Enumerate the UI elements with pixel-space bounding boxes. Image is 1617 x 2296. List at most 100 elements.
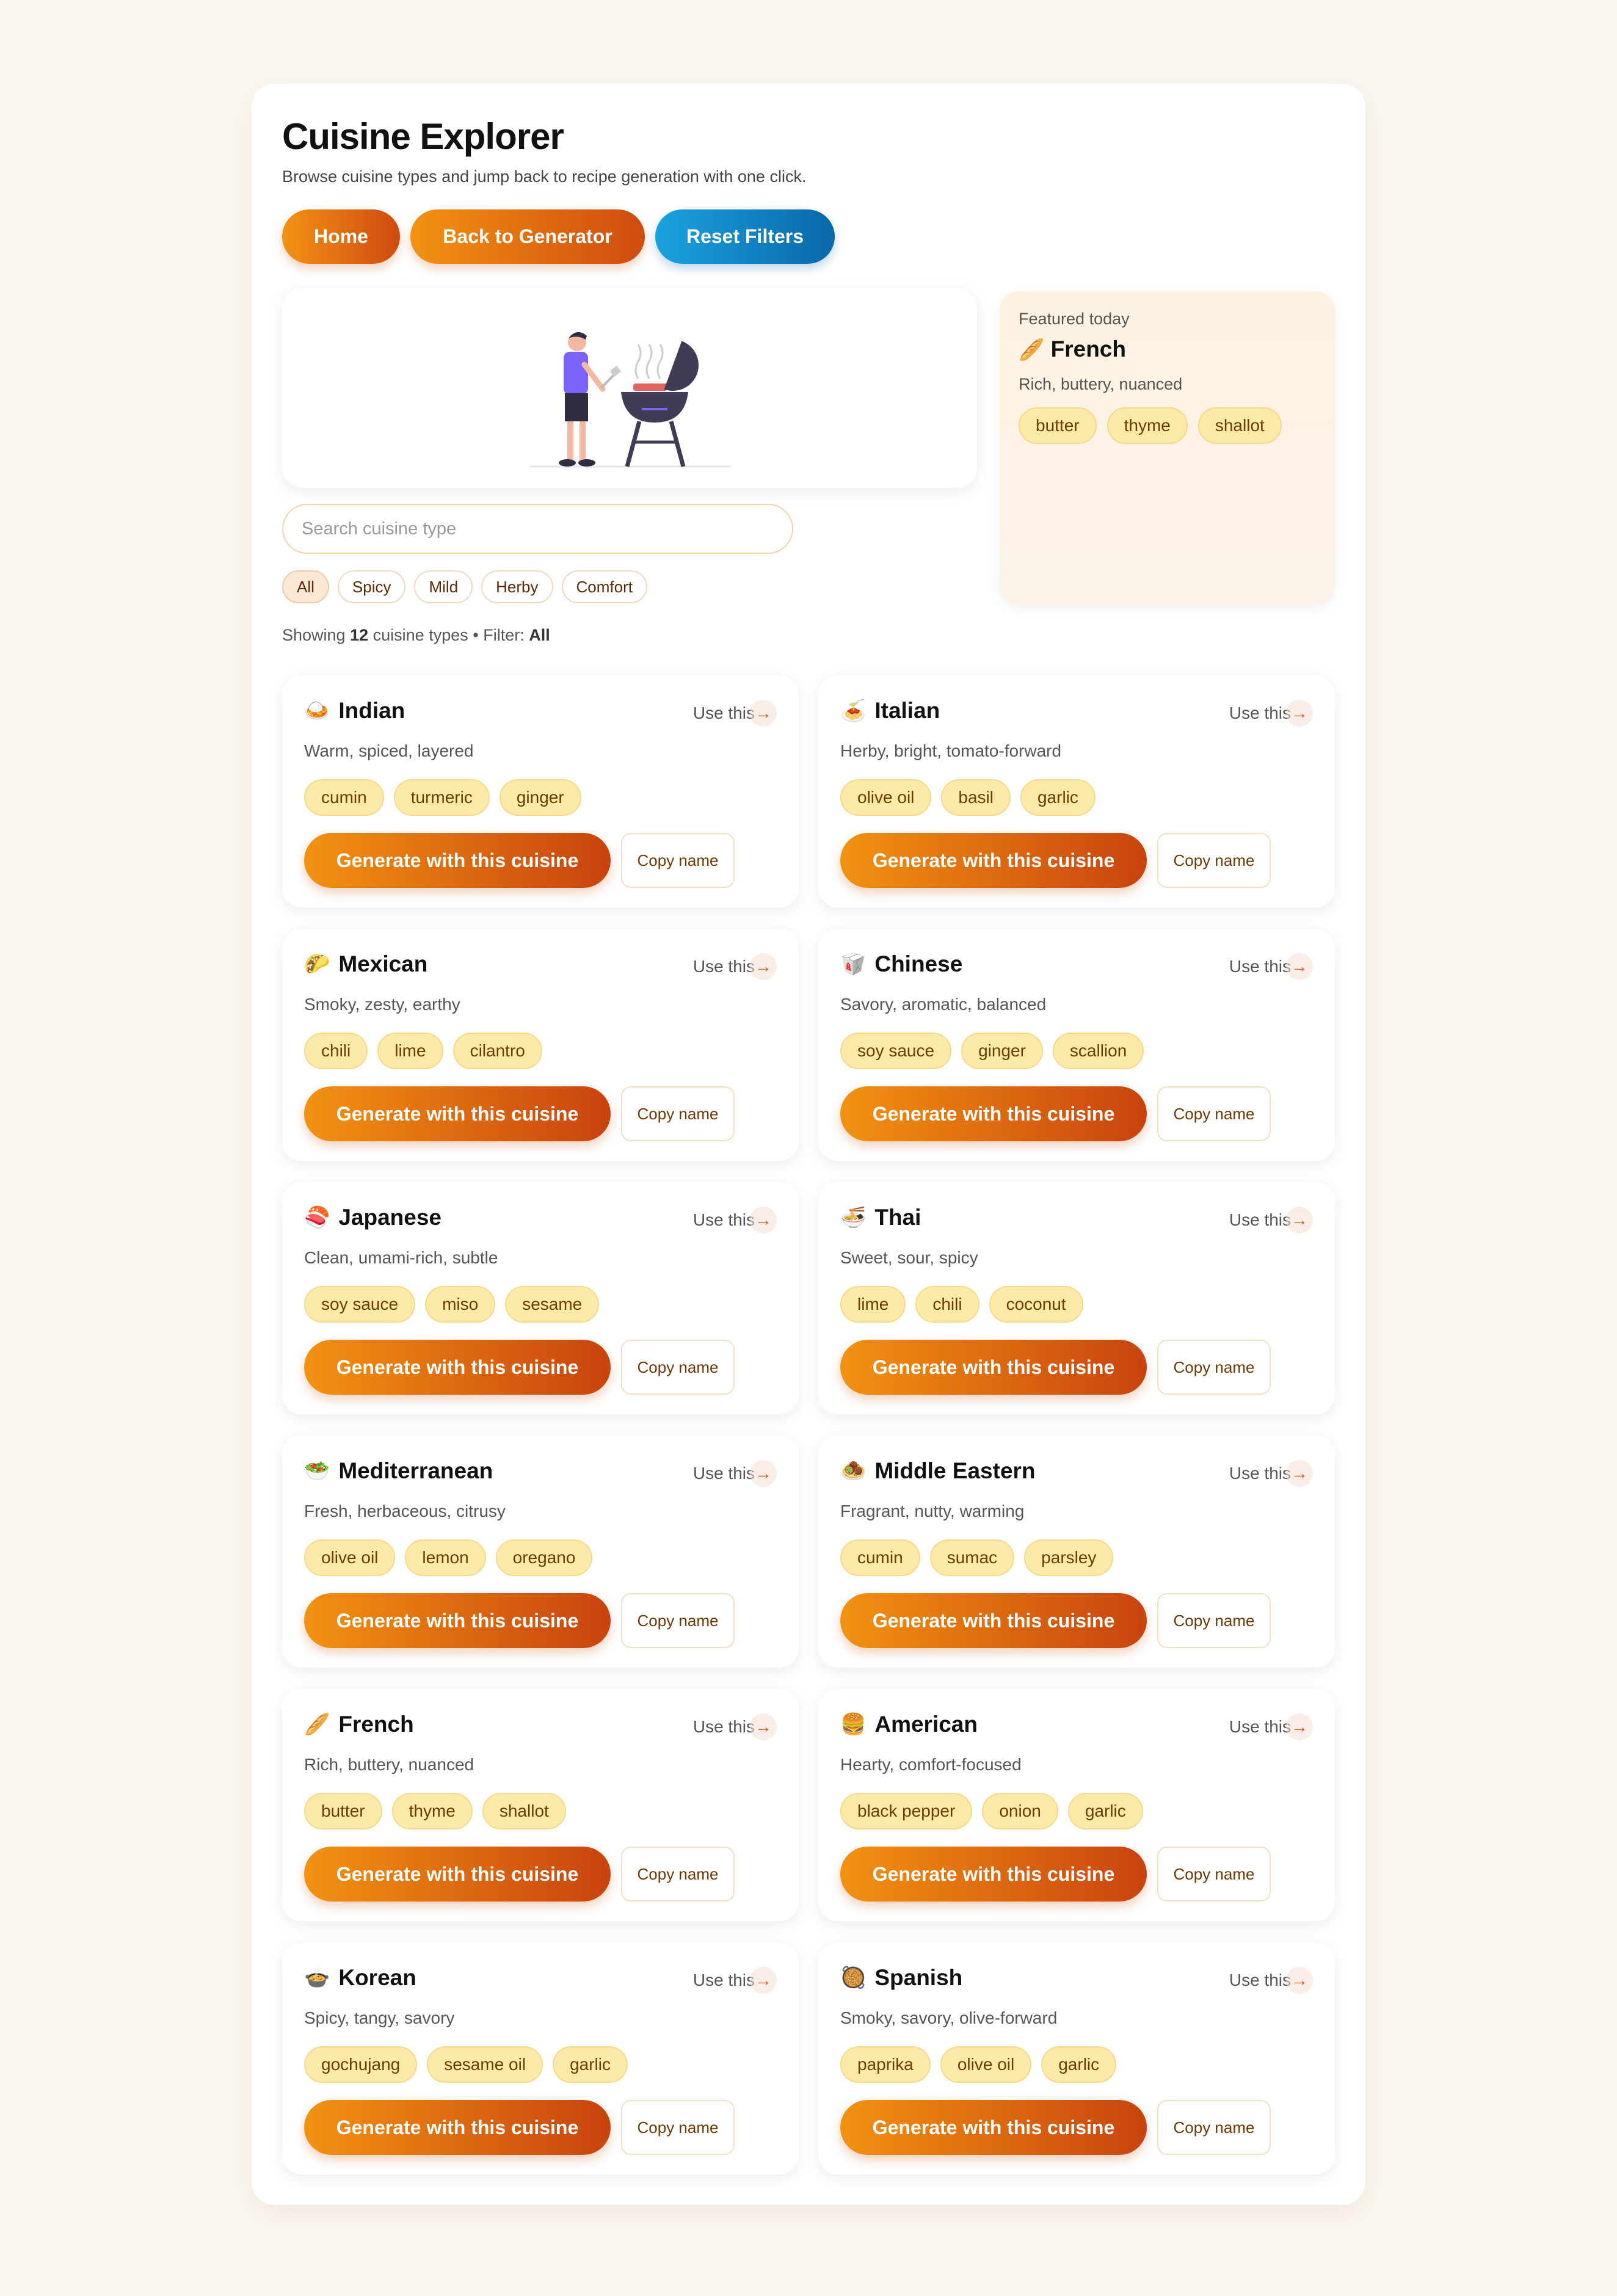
cuisine-emoji-icon: 🍣 (304, 1205, 330, 1230)
ingredient-tag: olive oil (840, 779, 932, 816)
copy-name-button[interactable]: Copy name (1157, 1340, 1271, 1395)
copy-name-button[interactable]: Copy name (1157, 1086, 1271, 1141)
use-this-link[interactable]: Use this → (693, 1713, 777, 1740)
use-this-link[interactable]: Use this → (1229, 700, 1313, 727)
copy-name-button[interactable]: Copy name (1157, 2100, 1271, 2155)
cuisine-desc: Clean, umami-rich, subtle (304, 1248, 498, 1267)
cuisine-name: American (874, 1712, 978, 1737)
ingredient-tags: cumin sumac parsley (840, 1539, 1114, 1576)
use-this-label: Use this (692, 1971, 755, 1989)
filter-chip-all[interactable]: All (282, 570, 329, 603)
cuisine-name: Spanish (874, 1965, 963, 1990)
use-this-link[interactable]: Use this → (1229, 1207, 1313, 1233)
cuisine-card: 🥘 Spanish Use this → Smoky, savory, olive-fo… (818, 1942, 1335, 2174)
arrow-right-icon: → (750, 1460, 777, 1487)
copy-name-button[interactable]: Copy name (1157, 833, 1271, 888)
generate-with-cuisine-button[interactable]: Generate with this cuisine (304, 1847, 611, 1902)
use-this-link[interactable]: Use this → (693, 1207, 777, 1233)
generate-with-cuisine-button[interactable]: Generate with this cuisine (840, 833, 1147, 888)
generate-with-cuisine-button[interactable]: Generate with this cuisine (840, 1086, 1147, 1141)
search-input[interactable] (282, 504, 793, 554)
arrow-right-icon: → (1286, 1207, 1313, 1233)
ingredient-tags: olive oil basil garlic (840, 779, 1096, 816)
use-this-label: Use this (692, 957, 755, 976)
use-this-label: Use this (692, 1464, 755, 1483)
cuisine-emoji-icon: 🧆 (840, 1459, 867, 1483)
cuisine-desc: Smoky, zesty, earthy (304, 995, 460, 1014)
copy-name-button[interactable]: Copy name (621, 1847, 735, 1902)
ingredient-tag: garlic (553, 2046, 628, 2083)
ingredient-tag: sesame oil (427, 2046, 543, 2083)
cuisine-name: Mediterranean (338, 1458, 493, 1483)
generate-with-cuisine-button[interactable]: Generate with this cuisine (304, 1086, 611, 1141)
generate-with-cuisine-button[interactable]: Generate with this cuisine (840, 1847, 1147, 1902)
status-prefix: Showing (282, 626, 346, 644)
cuisine-desc: Smoky, savory, olive-forward (840, 2008, 1058, 2027)
arrow-right-icon: → (750, 1207, 777, 1233)
status-separator: • (473, 626, 479, 644)
generate-with-cuisine-button[interactable]: Generate with this cuisine (840, 1593, 1147, 1648)
generate-with-cuisine-button[interactable]: Generate with this cuisine (304, 1593, 611, 1648)
cuisine-desc: Warm, spiced, layered (304, 741, 474, 760)
generate-with-cuisine-button[interactable]: Generate with this cuisine (304, 1340, 611, 1395)
ingredient-tags: soy sauce miso sesame (304, 1286, 600, 1323)
cuisine-name: Thai (874, 1205, 921, 1230)
ingredient-tag: parsley (1024, 1539, 1114, 1576)
generate-with-cuisine-button[interactable]: Generate with this cuisine (304, 2100, 611, 2155)
featured-tags: butter thyme shallot (1019, 407, 1282, 444)
back-to-generator-button[interactable]: Back to Generator (410, 209, 645, 264)
ingredient-tag: thyme (391, 1793, 473, 1829)
featured-title: 🥖 French (1019, 336, 1126, 362)
use-this-label: Use this (1229, 703, 1291, 722)
reset-filters-button[interactable]: Reset Filters (655, 209, 835, 264)
copy-name-button[interactable]: Copy name (1157, 1593, 1271, 1648)
cuisine-title: 🥗 Mediterranean (304, 1458, 493, 1484)
copy-name-button[interactable]: Copy name (621, 1340, 735, 1395)
copy-name-button[interactable]: Copy name (621, 833, 735, 888)
arrow-right-icon: → (1286, 1460, 1313, 1487)
cuisine-desc: Fresh, herbaceous, citrusy (304, 1502, 506, 1520)
status-filter-label: Filter: (483, 626, 525, 644)
cuisine-emoji-icon: 🥗 (304, 1459, 330, 1483)
copy-name-button[interactable]: Copy name (621, 2100, 735, 2155)
cuisine-name: Mexican (338, 951, 428, 976)
use-this-label: Use this (692, 1210, 755, 1229)
cuisine-desc: Rich, buttery, nuanced (304, 1755, 474, 1774)
use-this-link[interactable]: Use this → (693, 953, 777, 980)
status-unit: cuisine types (372, 626, 468, 644)
cuisine-emoji-icon: 🥖 (304, 1712, 330, 1737)
copy-name-button[interactable]: Copy name (621, 1086, 735, 1141)
copy-name-button[interactable]: Copy name (1157, 1847, 1271, 1902)
use-this-label: Use this (692, 1717, 755, 1736)
generate-with-cuisine-button[interactable]: Generate with this cuisine (840, 1340, 1147, 1395)
cuisine-title: 🍛 Indian (304, 698, 405, 724)
ingredient-tag: garlic (1067, 1793, 1143, 1829)
filter-chip-comfort[interactable]: Comfort (561, 570, 647, 603)
cuisine-card: 🍣 Japanese Use this → Clean, umami-rich, sub… (282, 1182, 799, 1414)
filter-chips: All Spicy Mild Herby Comfort (282, 570, 647, 603)
cuisine-name: Indian (338, 698, 405, 723)
home-button[interactable]: Home (282, 209, 400, 264)
filter-chip-mild[interactable]: Mild (414, 570, 473, 603)
cuisine-emoji-icon: 🍜 (840, 1205, 867, 1230)
filter-chip-spicy[interactable]: Spicy (337, 570, 406, 603)
use-this-link[interactable]: Use this → (1229, 1967, 1313, 1994)
use-this-link[interactable]: Use this → (1229, 1460, 1313, 1487)
use-this-link[interactable]: Use this → (693, 1967, 777, 1994)
cuisine-title: 🍔 American (840, 1712, 978, 1737)
cuisine-title: 🥘 Spanish (840, 1965, 962, 1991)
ingredient-tag: ginger (961, 1033, 1043, 1069)
cuisine-card: 🍲 Korean Use this → Spicy, tangy, savory goch… (282, 1942, 799, 2174)
ingredient-tags: chili lime cilantro (304, 1033, 542, 1069)
cuisine-emoji-icon: 🍲 (304, 1966, 330, 1990)
use-this-link[interactable]: Use this → (693, 700, 777, 727)
use-this-link[interactable]: Use this → (693, 1460, 777, 1487)
generate-with-cuisine-button[interactable]: Generate with this cuisine (304, 833, 611, 888)
copy-name-button[interactable]: Copy name (621, 1593, 735, 1648)
use-this-link[interactable]: Use this → (1229, 1713, 1313, 1740)
generate-with-cuisine-button[interactable]: Generate with this cuisine (840, 2100, 1147, 2155)
use-this-link[interactable]: Use this → (1229, 953, 1313, 980)
filter-chip-herby[interactable]: Herby (481, 570, 553, 603)
cuisine-card: 🧆 Middle Eastern Use this → Fragrant, nutty,… (818, 1436, 1335, 1668)
cuisine-title: 🍝 Italian (840, 698, 940, 724)
